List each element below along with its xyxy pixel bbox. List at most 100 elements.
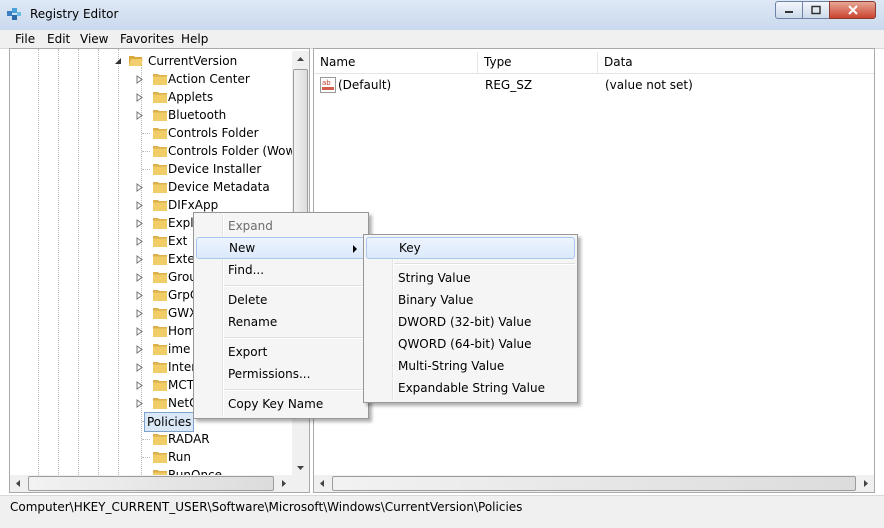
scroll-left-icon[interactable]	[10, 475, 27, 492]
tree-item-currentversion[interactable]: CurrentVersion	[10, 52, 292, 70]
tree-item-label: RADAR	[168, 432, 210, 446]
tree-item-label: Ext	[168, 234, 188, 248]
column-header-name[interactable]: Name	[314, 52, 478, 73]
menu-separator	[394, 263, 575, 265]
tree-item-label: ime	[168, 342, 191, 356]
menu-item-multi-string-value[interactable]: Multi-String Value	[366, 355, 575, 377]
menu-item-delete[interactable]: Delete	[196, 289, 366, 311]
tree-item-label: Bluetooth	[168, 108, 227, 122]
title-bar: Registry Editor	[0, 0, 884, 31]
collapsed-arrow-icon[interactable]	[135, 237, 144, 246]
collapsed-arrow-icon[interactable]	[135, 273, 144, 282]
collapsed-arrow-icon[interactable]	[135, 201, 144, 210]
folder-icon	[153, 254, 167, 265]
folder-icon	[153, 362, 167, 373]
folder-icon	[153, 344, 167, 355]
menu-item-string-value[interactable]: String Value	[366, 267, 575, 289]
menu-item-expand[interactable]: Expand	[196, 215, 366, 237]
collapsed-arrow-icon[interactable]	[135, 93, 144, 102]
close-button[interactable]	[829, 1, 876, 19]
menu-item-qword-value[interactable]: QWORD (64-bit) Value	[366, 333, 575, 355]
tree-item[interactable]: RADAR	[10, 430, 292, 448]
tree-item[interactable]: Bluetooth	[10, 106, 292, 124]
folder-icon	[153, 218, 167, 229]
collapsed-arrow-icon[interactable]	[135, 363, 144, 372]
list-header: Name Type Data	[314, 52, 874, 74]
folder-icon	[153, 308, 167, 319]
scroll-down-icon[interactable]	[292, 459, 309, 476]
folder-icon	[153, 92, 167, 103]
list-horizontal-scrollbar[interactable]	[314, 475, 874, 492]
tree-item[interactable]: Device Metadata	[10, 178, 292, 196]
scroll-left-icon[interactable]	[314, 475, 331, 492]
menu-file[interactable]: File	[10, 31, 40, 47]
expanded-arrow-icon	[115, 58, 121, 64]
menu-view[interactable]: View	[75, 31, 113, 47]
collapsed-arrow-icon[interactable]	[135, 309, 144, 318]
maximize-button[interactable]	[802, 1, 830, 19]
column-header-type[interactable]: Type	[478, 52, 598, 73]
menu-separator	[224, 389, 366, 391]
folder-icon	[153, 74, 167, 85]
tree-item[interactable]: Device Installer	[10, 160, 292, 178]
tree-item[interactable]: Run	[10, 448, 292, 466]
tree-item-label: MCT	[168, 378, 195, 392]
status-path: Computer\HKEY_CURRENT_USER\Software\Micr…	[10, 500, 523, 514]
value-data: (value not set)	[605, 78, 693, 92]
menu-item-expandable-string-value[interactable]: Expandable String Value	[366, 377, 575, 399]
folder-icon	[153, 290, 167, 301]
close-icon	[847, 5, 858, 15]
column-header-data[interactable]: Data	[598, 52, 874, 73]
scroll-right-icon[interactable]	[275, 475, 292, 492]
tree-connector	[142, 457, 150, 458]
menu-help[interactable]: Help	[176, 31, 213, 47]
menu-item-permissions[interactable]: Permissions...	[196, 363, 366, 385]
menu-item-key[interactable]: Key	[366, 237, 575, 259]
tree-item[interactable]: Applets	[10, 88, 292, 106]
collapsed-arrow-icon[interactable]	[135, 183, 144, 192]
folder-icon	[153, 164, 167, 175]
collapsed-arrow-icon[interactable]	[135, 345, 144, 354]
collapsed-arrow-icon[interactable]	[135, 381, 144, 390]
status-bar: Computer\HKEY_CURRENT_USER\Software\Micr…	[0, 495, 884, 528]
collapsed-arrow-icon[interactable]	[135, 111, 144, 120]
tree-item-label: Hom	[168, 324, 197, 338]
tree-item[interactable]: Action Center	[10, 70, 292, 88]
tree-horizontal-scrollbar[interactable]	[10, 475, 292, 492]
tree-item-label: Policies	[144, 412, 195, 432]
scroll-up-icon[interactable]	[292, 51, 309, 68]
collapsed-arrow-icon[interactable]	[135, 219, 144, 228]
collapsed-arrow-icon[interactable]	[135, 255, 144, 264]
scroll-right-icon[interactable]	[857, 475, 874, 492]
list-horizontal-scroll-thumb[interactable]	[332, 476, 856, 491]
tree-item[interactable]: Controls Folder (Wow64	[10, 142, 309, 160]
folder-icon	[153, 110, 167, 121]
menu-bar: File Edit View Favorites Help	[0, 30, 884, 49]
menu-edit[interactable]: Edit	[42, 31, 75, 47]
menu-item-new[interactable]: New	[196, 237, 366, 259]
collapsed-arrow-icon[interactable]	[135, 291, 144, 300]
menu-item-copy-key-name[interactable]: Copy Key Name	[196, 393, 366, 415]
tree-item-label: Run	[168, 450, 192, 464]
tree-item-label: CurrentVersion	[148, 54, 238, 68]
collapsed-arrow-icon[interactable]	[135, 399, 144, 408]
menu-item-rename[interactable]: Rename	[196, 311, 366, 333]
menu-item-find[interactable]: Find...	[196, 259, 366, 281]
tree-item[interactable]: Controls Folder	[10, 124, 292, 142]
minimize-icon	[785, 11, 793, 13]
tree-vertical-scroll-thumb[interactable]	[293, 69, 308, 219]
tree-horizontal-scroll-thumb[interactable]	[28, 476, 274, 491]
context-menu: Expand New Find... Delete Rename Export …	[193, 212, 369, 419]
list-item[interactable]: ab (Default) REG_SZ (value not set)	[314, 75, 874, 95]
tree-item-label: Applets	[168, 90, 214, 104]
menu-item-binary-value[interactable]: Binary Value	[366, 289, 575, 311]
minimize-button[interactable]	[775, 1, 803, 19]
menu-item-export[interactable]: Export	[196, 341, 366, 363]
collapsed-arrow-icon[interactable]	[135, 327, 144, 336]
menu-item-dword-value[interactable]: DWORD (32-bit) Value	[366, 311, 575, 333]
menu-favorites[interactable]: Favorites	[115, 31, 179, 47]
open-folder-icon	[129, 56, 143, 66]
collapsed-arrow-icon[interactable]	[135, 75, 144, 84]
value-type: REG_SZ	[485, 78, 533, 92]
folder-icon	[153, 434, 167, 445]
